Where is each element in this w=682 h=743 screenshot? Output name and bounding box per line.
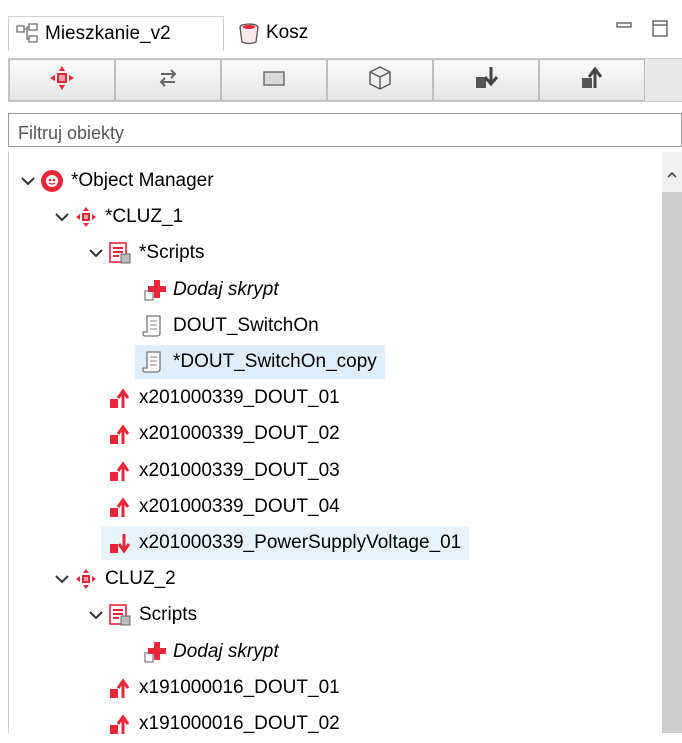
tree-row[interactable]: *Object Manager (13, 164, 214, 198)
vertical-scrollbar[interactable] (662, 152, 682, 733)
output-arrow-up-icon (107, 385, 133, 411)
minimize-icon[interactable] (614, 18, 634, 38)
tree-row-label: x201000339_DOUT_03 (139, 459, 340, 481)
chevron-down-icon[interactable] (53, 208, 71, 226)
output-arrow-up-icon (107, 458, 133, 484)
tree-row-label: *Object Manager (71, 170, 214, 191)
maximize-icon[interactable] (650, 18, 670, 38)
chevron-down-icon[interactable] (87, 244, 105, 262)
project-tree-icon (15, 21, 41, 47)
module-cluz-icon (73, 204, 99, 230)
tree-row-label: *DOUT_SwitchOn_copy (173, 351, 377, 372)
cube-icon (366, 64, 394, 97)
tree-row-label: Dodaj skrypt (173, 278, 279, 300)
rectangle-button[interactable] (221, 59, 327, 101)
add-module-button[interactable] (9, 59, 115, 101)
tree-row-label: x191000016_DOUT_02 (139, 713, 340, 734)
tree-row-label: x191000016_DOUT_01 (139, 676, 340, 698)
module-cluz-icon (73, 566, 99, 592)
tab-label: Mieszkanie_v2 (45, 23, 171, 44)
tab-mieszkanie[interactable]: Mieszkanie_v2 (8, 16, 224, 51)
object-tree: *Object Manager *CLUZ_1 *Scripts Dodaj skry… (8, 152, 669, 734)
tree-row[interactable]: Dodaj skrypt (135, 273, 279, 307)
tree-row[interactable]: x201000339_DOUT_02 (101, 417, 340, 451)
script-document-icon (141, 313, 167, 339)
tree-row[interactable]: DOUT_SwitchOn (135, 309, 319, 343)
scripts-folder-icon (107, 240, 133, 266)
input-arrow-down-icon (472, 64, 500, 97)
tree-row-label: x201000339_DOUT_04 (139, 495, 340, 517)
chevron-down-icon[interactable] (53, 570, 71, 588)
output-button[interactable] (539, 59, 645, 101)
tree-row[interactable]: x201000339_DOUT_01 (101, 381, 340, 415)
input-button[interactable] (433, 59, 539, 101)
object-button[interactable] (327, 59, 433, 101)
tree-row-label: *CLUZ_1 (105, 206, 184, 228)
view-tab-bar: Mieszkanie_v2 Kosz (0, 0, 682, 58)
rectangle-icon (260, 64, 288, 97)
tree-row-label: Scripts (139, 604, 198, 626)
tree-row[interactable]: x201000339_DOUT_04 (101, 490, 340, 524)
tree-row-label: Dodaj skrypt (173, 640, 279, 662)
output-arrow-up-icon (107, 494, 133, 520)
tree-row-selected[interactable]: *DOUT_SwitchOn_copy (135, 345, 385, 379)
output-arrow-up-icon (578, 64, 606, 97)
add-script-icon (141, 639, 167, 665)
tree-row-label: DOUT_SwitchOn (173, 314, 319, 336)
tab-label: Kosz (266, 22, 309, 43)
tree-row-label: CLUZ_2 (105, 568, 176, 590)
scrollbar-thumb[interactable] (662, 192, 682, 733)
filter-input[interactable] (8, 113, 682, 147)
tree-row[interactable]: *CLUZ_1 (47, 200, 183, 234)
tree-row-label: x201000339_DOUT_02 (139, 423, 340, 445)
scripts-folder-icon (107, 602, 133, 628)
swap-button[interactable] (115, 59, 221, 101)
output-arrow-up-icon (107, 711, 133, 737)
trash-bin-icon (236, 20, 262, 46)
chevron-down-icon[interactable] (87, 606, 105, 624)
module-cluz-icon (48, 64, 76, 97)
output-arrow-up-icon (107, 675, 133, 701)
tree-row-label: x201000339_DOUT_01 (139, 387, 340, 409)
tree-row[interactable]: x191000016_DOUT_01 (101, 671, 340, 705)
script-document-icon (141, 349, 167, 375)
tab-kosz[interactable]: Kosz (230, 16, 308, 50)
chevron-down-icon[interactable] (19, 172, 37, 190)
input-arrow-down-icon (107, 530, 133, 556)
tree-row[interactable]: CLUZ_2 (47, 562, 176, 596)
toolbar (8, 58, 682, 102)
add-script-icon (141, 277, 167, 303)
object-manager-icon (39, 168, 65, 194)
tree-row-label: *Scripts (139, 242, 205, 264)
tree-row[interactable]: Dodaj skrypt (135, 635, 279, 669)
tree-row[interactable]: x201000339_PowerSupplyVoltage_01 (101, 526, 470, 560)
tree-row[interactable]: x201000339_DOUT_03 (101, 454, 340, 488)
tree-row-label: x201000339_PowerSupplyVoltage_01 (139, 532, 462, 553)
tree-row[interactable]: Scripts (81, 598, 197, 632)
output-arrow-up-icon (107, 421, 133, 447)
scroll-up-icon[interactable] (666, 168, 678, 180)
tree-row[interactable]: x191000016_DOUT_02 (101, 707, 340, 741)
tree-row[interactable]: *Scripts (81, 236, 204, 270)
swap-arrows-icon (154, 64, 182, 97)
